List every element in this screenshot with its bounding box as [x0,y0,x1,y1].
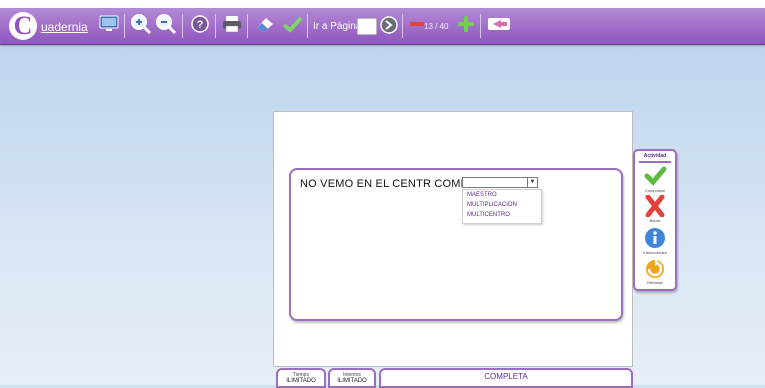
next-page-button[interactable] [454,14,478,38]
next-arrow-icon [379,15,399,40]
zoom-in-icon [130,13,152,40]
goto-page-button[interactable] [377,15,401,39]
toolbar-separator [402,14,403,38]
restart-button[interactable]: Reiniciar [639,257,671,287]
page-indicator: 13 / 40 [424,22,449,31]
attempts-status: Intentos ILIMITADO [328,368,376,388]
svg-text:?: ? [197,19,204,31]
info-icon [645,228,665,248]
toolbar-separator [124,14,125,38]
check-answer-button[interactable]: Comprobar [639,165,671,195]
check-button[interactable] [280,14,304,38]
toolbar-separator [215,14,216,38]
exit-button[interactable] [486,14,514,38]
zoom-out-button[interactable] [154,13,178,40]
activity-side-panel: Actividad Comprobar Borrar Instrucciones… [633,149,677,291]
exercise-sentence: NO VEMO EN EL CENTR COMERCI [300,178,488,190]
monitor-button[interactable] [97,14,121,38]
exercise-panel [289,168,623,321]
goto-page-input[interactable] [357,18,377,35]
divider [639,161,671,163]
check-answer-label: Comprobar [644,188,665,193]
logo-text: uadernia [41,20,88,34]
close-icon [645,194,665,218]
attempts-value: ILIMITADO [337,378,367,384]
help-icon: ? [190,14,210,39]
check-icon [644,166,667,186]
clear-button[interactable] [253,14,277,38]
exit-icon [487,15,513,38]
print-button[interactable] [220,14,244,38]
instructions-button[interactable]: Instrucciones [639,227,671,257]
toolbar-separator [182,14,183,38]
toolbar-separator [307,14,308,38]
answer-dropdown[interactable]: ▼ [462,177,538,188]
zoom-in-button[interactable] [129,13,153,40]
clear-answer-button[interactable]: Borrar [639,194,671,225]
print-icon [221,14,243,39]
check-icon [281,15,303,38]
help-button[interactable]: ? [188,14,212,38]
top-strip [0,0,765,8]
side-panel-title: Actividad [643,153,667,159]
completion-status: COMPLETA [379,368,633,388]
time-status: Tiempo ILIMITADO [276,368,326,388]
plus-icon [456,14,476,39]
zoom-out-icon [155,13,177,40]
app-logo[interactable]: C uadernia [9,12,91,40]
goto-page-label: Ir a Página [313,21,362,32]
restart-label: Reiniciar [647,280,663,285]
dropdown-option[interactable]: MAESTRO [463,190,541,200]
instructions-label: Instrucciones [643,250,667,255]
dropdown-option[interactable]: MULTIPLICACION [463,200,541,210]
toolbar: C uadernia ? Ir a Página 13 / 40 [0,8,765,45]
time-value: ILIMITADO [286,378,316,384]
toolbar-separator [480,14,481,38]
dropdown-options: MAESTRO MULTIPLICACION MULTICENTRO [462,189,542,224]
restart-icon [646,259,664,278]
dropdown-option[interactable]: MULTICENTRO [463,210,541,220]
chevron-down-icon[interactable]: ▼ [527,178,537,187]
clear-answer-label: Borrar [649,218,661,223]
toolbar-separator [247,14,248,38]
eraser-icon [254,14,276,39]
logo-letter: C [9,12,37,40]
monitor-icon [99,15,119,38]
